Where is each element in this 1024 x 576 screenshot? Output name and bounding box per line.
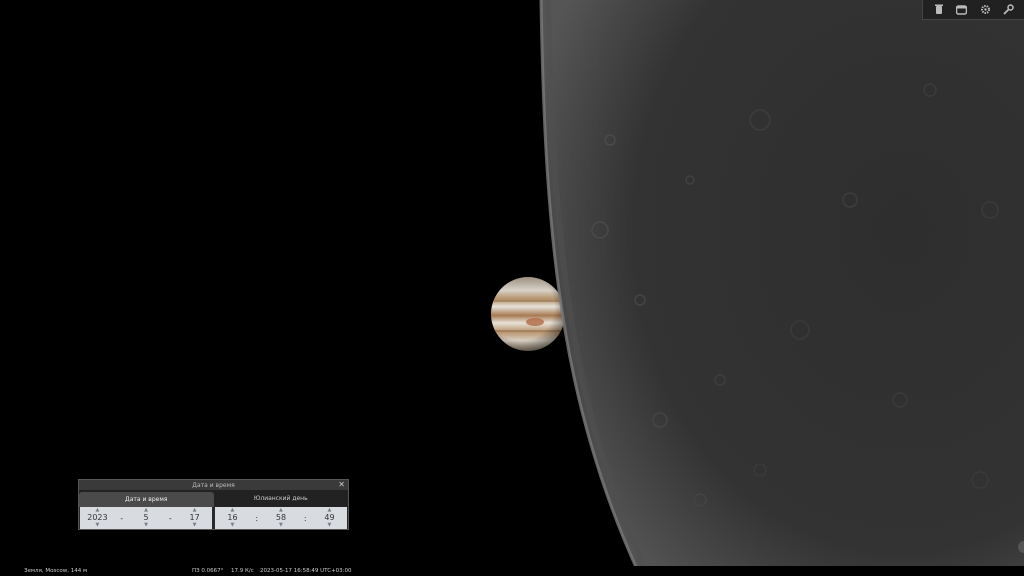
tab-julian-day[interactable]: Юлианский день xyxy=(214,490,349,507)
spin-down-icon[interactable]: ▼ xyxy=(328,523,332,528)
datetime-tabs: Дата и время Юлианский день xyxy=(79,490,348,507)
time-separator: : xyxy=(255,513,259,523)
tab-date-time[interactable]: Дата и время xyxy=(79,492,214,507)
moon[interactable] xyxy=(539,0,1024,576)
datetime-window-titlebar[interactable]: Дата и время ✕ xyxy=(79,480,348,490)
status-bar: Земля, Moscow, 144 м ПЗ 0.0667° 17.9 К/с… xyxy=(0,566,1024,576)
status-fps: 17.9 К/с xyxy=(231,568,254,574)
status-location[interactable]: Земля, Moscow, 144 м xyxy=(24,568,87,574)
datetime-window: Дата и время ✕ Дата и время Юлианский де… xyxy=(78,479,349,530)
wrench-icon[interactable] xyxy=(1000,2,1016,18)
hour-spinbox[interactable]: ▲ 16 ▼ xyxy=(220,507,244,529)
status-datetime[interactable]: 2023-05-17 16:58:49 UTC+03:00 xyxy=(260,568,352,574)
date-separator: - xyxy=(168,513,172,523)
spin-down-icon[interactable]: ▼ xyxy=(279,523,283,528)
spin-down-icon[interactable]: ▼ xyxy=(193,523,197,528)
month-spinbox[interactable]: ▲ 5 ▼ xyxy=(134,507,158,529)
trash-icon[interactable] xyxy=(931,2,947,18)
window-title: Дата и время xyxy=(192,481,235,489)
close-icon[interactable]: ✕ xyxy=(338,480,345,490)
time-separator: : xyxy=(303,513,307,523)
day-spinbox[interactable]: ▲ 17 ▼ xyxy=(183,507,207,529)
date-group: ▲ 2023 ▼ - ▲ 5 ▼ - ▲ 17 ▼ xyxy=(80,507,212,529)
top-right-toolbar xyxy=(922,0,1024,20)
window-icon[interactable] xyxy=(954,2,970,18)
minute-spinbox[interactable]: ▲ 58 ▼ xyxy=(269,507,293,529)
spin-down-icon[interactable]: ▼ xyxy=(144,523,148,528)
time-group: ▲ 16 ▼ : ▲ 58 ▼ : ▲ 49 ▼ xyxy=(215,507,347,529)
year-spinbox[interactable]: ▲ 2023 ▼ xyxy=(85,507,109,529)
spin-down-icon[interactable]: ▼ xyxy=(95,523,99,528)
datetime-fields: ▲ 2023 ▼ - ▲ 5 ▼ - ▲ 17 ▼ ▲ 16 ▼ : ▲ 58 … xyxy=(79,507,348,529)
date-separator: - xyxy=(120,513,124,523)
gear-icon[interactable] xyxy=(977,2,993,18)
status-fov: ПЗ 0.0667° xyxy=(192,568,224,574)
second-spinbox[interactable]: ▲ 49 ▼ xyxy=(317,507,341,529)
side-panel-handle[interactable] xyxy=(1018,541,1024,553)
spin-down-icon[interactable]: ▼ xyxy=(231,523,235,528)
